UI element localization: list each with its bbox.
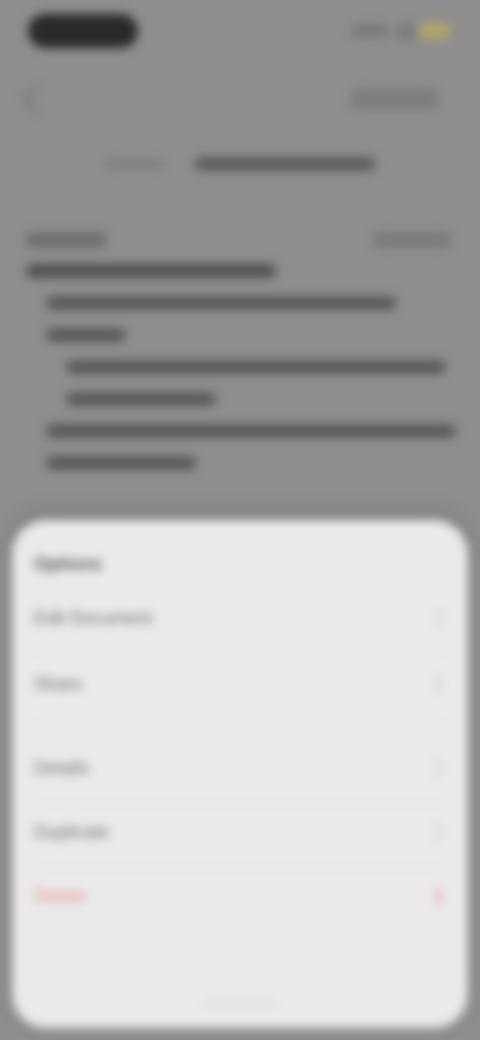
divider — [34, 804, 446, 805]
text-line — [46, 296, 396, 310]
text-line — [26, 264, 276, 278]
text-line — [46, 328, 126, 342]
time-pill: 9:41 — [28, 14, 138, 48]
document-body — [26, 264, 456, 488]
menu-item-label: Edit Document — [34, 608, 153, 628]
menu-item-label: Share — [34, 674, 83, 694]
menu-item-details[interactable]: Details — [12, 742, 468, 798]
menu-item-label: Details — [34, 758, 90, 778]
top-bar — [0, 70, 480, 130]
options-sheet: Options Edit Document Share Details Dupl… — [12, 520, 468, 1028]
menu-item-edit-document[interactable]: Edit Document — [12, 592, 468, 648]
divider — [34, 654, 446, 655]
home-indicator — [202, 1001, 278, 1006]
divider — [34, 720, 446, 721]
text-line — [66, 360, 446, 374]
text-line — [46, 424, 456, 438]
sheet-title: Options — [34, 554, 102, 574]
chevron-right-icon — [426, 823, 445, 842]
page-title — [50, 150, 430, 176]
chevron-right-icon — [426, 675, 445, 694]
menu-item-label: Duplicate — [34, 822, 110, 842]
title-lead — [105, 160, 165, 169]
chevron-right-icon — [426, 759, 445, 778]
chevron-right-icon — [426, 609, 445, 628]
chevron-right-icon — [426, 887, 445, 906]
divider — [34, 868, 446, 869]
text-line — [46, 456, 196, 470]
system-icons — [352, 20, 452, 42]
title-main — [195, 157, 375, 172]
meta-right — [372, 232, 452, 248]
menu-item-share[interactable]: Share — [12, 658, 468, 714]
wifi-icon — [396, 22, 416, 40]
text-line — [66, 392, 216, 406]
meta-left — [26, 232, 106, 248]
menu-item-duplicate[interactable]: Duplicate — [12, 806, 468, 862]
status-bar: 9:41 — [0, 0, 480, 64]
more-icon[interactable] — [350, 88, 440, 110]
menu-item-label: Delete — [34, 886, 87, 906]
battery-icon — [420, 23, 450, 39]
status-time: 9:41 — [69, 23, 97, 39]
menu-item-delete[interactable]: Delete — [12, 870, 468, 926]
signal-icon — [352, 24, 388, 38]
back-icon[interactable] — [21, 83, 53, 115]
